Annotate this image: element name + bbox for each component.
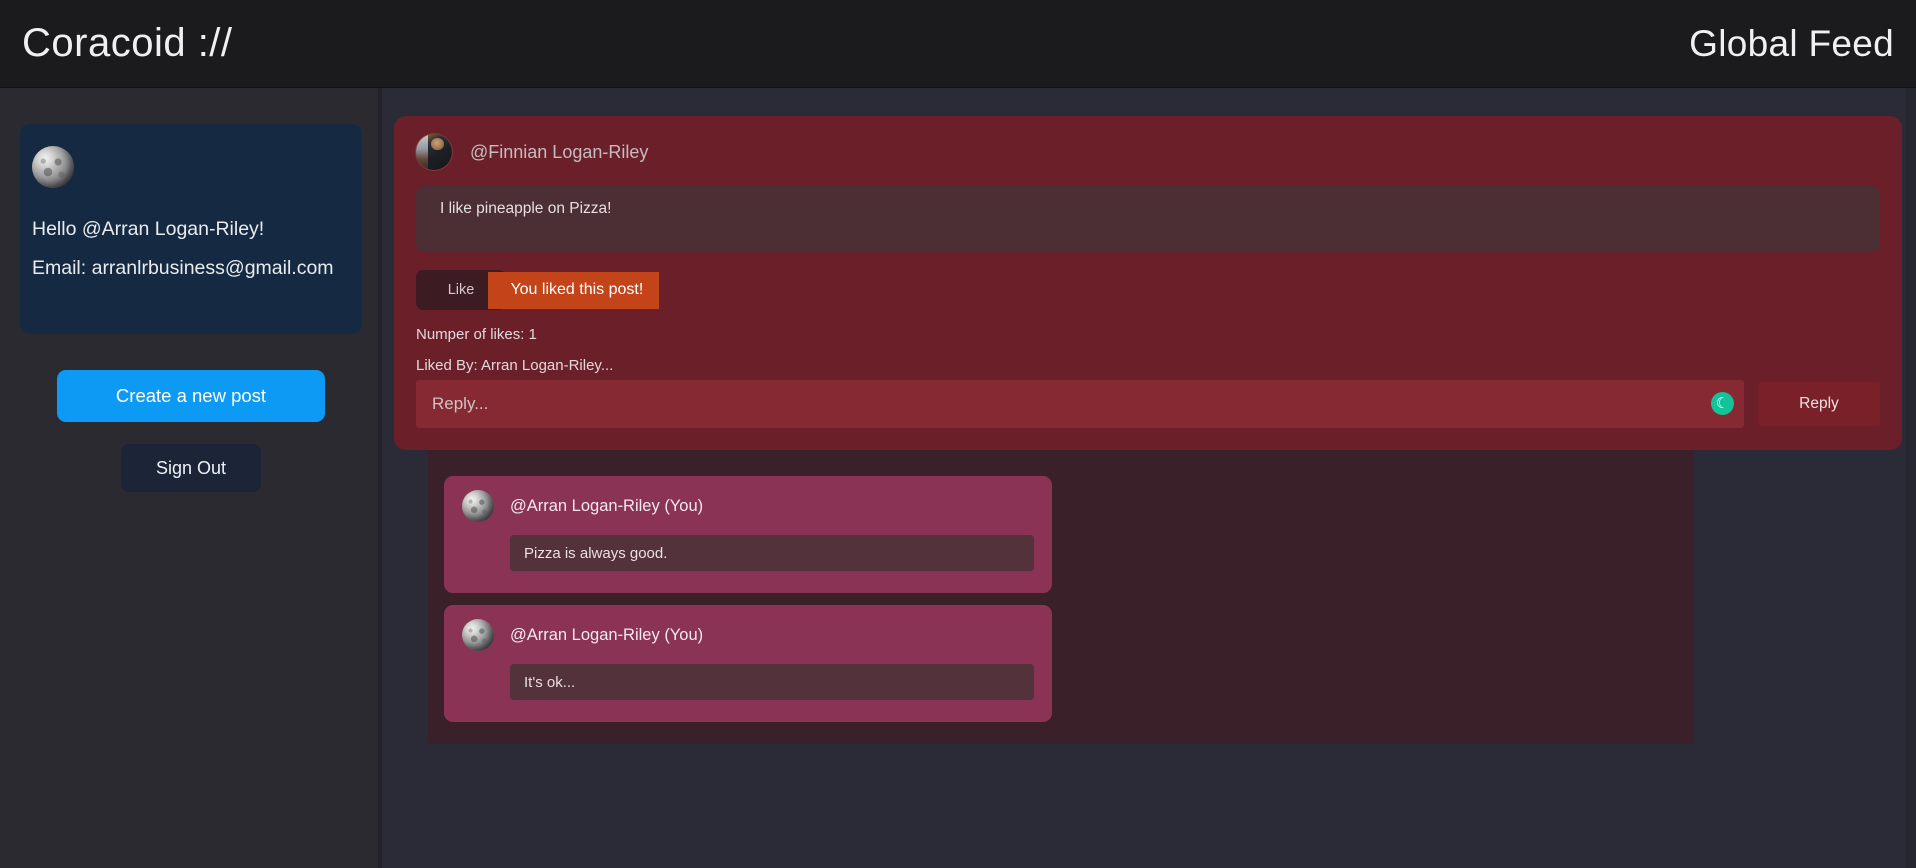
reply-row: ☾ Reply [416,380,1880,428]
comment-header: @Arran Logan-Riley (You) [462,490,1034,522]
comment-text: Pizza is always good. [524,544,668,562]
app-brand-title: Coracoid :// [22,21,233,65]
crescent-moon-glyph: ☾ [1715,395,1730,412]
comment-body: Pizza is always good. [510,535,1034,571]
post-header: @Finnian Logan-Riley [416,134,1880,170]
profile-card: Hello @Arran Logan-Riley! Email: arranlr… [20,124,362,334]
post-body: I like pineapple on Pizza! [416,186,1880,252]
moon-avatar-icon [462,490,494,522]
post-card: @Finnian Logan-Riley I like pineapple on… [394,116,1902,450]
create-new-post-button[interactable]: Create a new post [57,370,325,422]
comment-author-name: @Arran Logan-Riley (You) [510,625,704,644]
comment-author-name: @Arran Logan-Riley (You) [510,496,704,515]
page-title: Global Feed [1689,22,1894,64]
liked-by-list: Liked By: Arran Logan-Riley... [416,357,614,374]
comments-container: @Arran Logan-Riley (You) Pizza is always… [428,450,1694,744]
comment-item-0: @Arran Logan-Riley (You) Pizza is always… [444,476,1052,593]
moon-avatar-icon [32,146,74,188]
liked-status-badge: You liked this post! [488,272,660,309]
post-text: I like pineapple on Pizza! [440,200,612,217]
comment-body: It's ok... [510,664,1034,700]
reply-input-wrapper: ☾ [416,380,1744,428]
sign-out-button[interactable]: Sign Out [121,444,261,492]
comment-text: It's ok... [524,673,576,691]
global-feed-area: @Finnian Logan-Riley I like pineapple on… [382,88,1916,868]
profile-greeting: Hello @Arran Logan-Riley! [32,218,265,240]
comment-item-1: @Arran Logan-Riley (You) It's ok... [444,605,1052,722]
crescent-moon-icon[interactable]: ☾ [1711,392,1734,415]
post-author-name: @Finnian Logan-Riley [470,141,649,162]
app-shell: Hello @Arran Logan-Riley! Email: arranlr… [0,88,1916,868]
user-photo-avatar-icon [416,134,452,170]
moon-avatar-icon [462,619,494,651]
likes-count: Numper of likes: 1 [416,326,537,343]
profile-email: Email: arranlrbusiness@gmail.com [32,257,334,279]
reply-submit-button[interactable]: Reply [1758,382,1880,426]
feed-scrollbar[interactable] [1906,88,1916,868]
reply-input[interactable] [416,380,1744,428]
comment-header: @Arran Logan-Riley (You) [462,619,1034,651]
sidebar: Hello @Arran Logan-Riley! Email: arranlr… [0,88,382,868]
top-header-bar: Coracoid :// Global Feed [0,0,1916,88]
